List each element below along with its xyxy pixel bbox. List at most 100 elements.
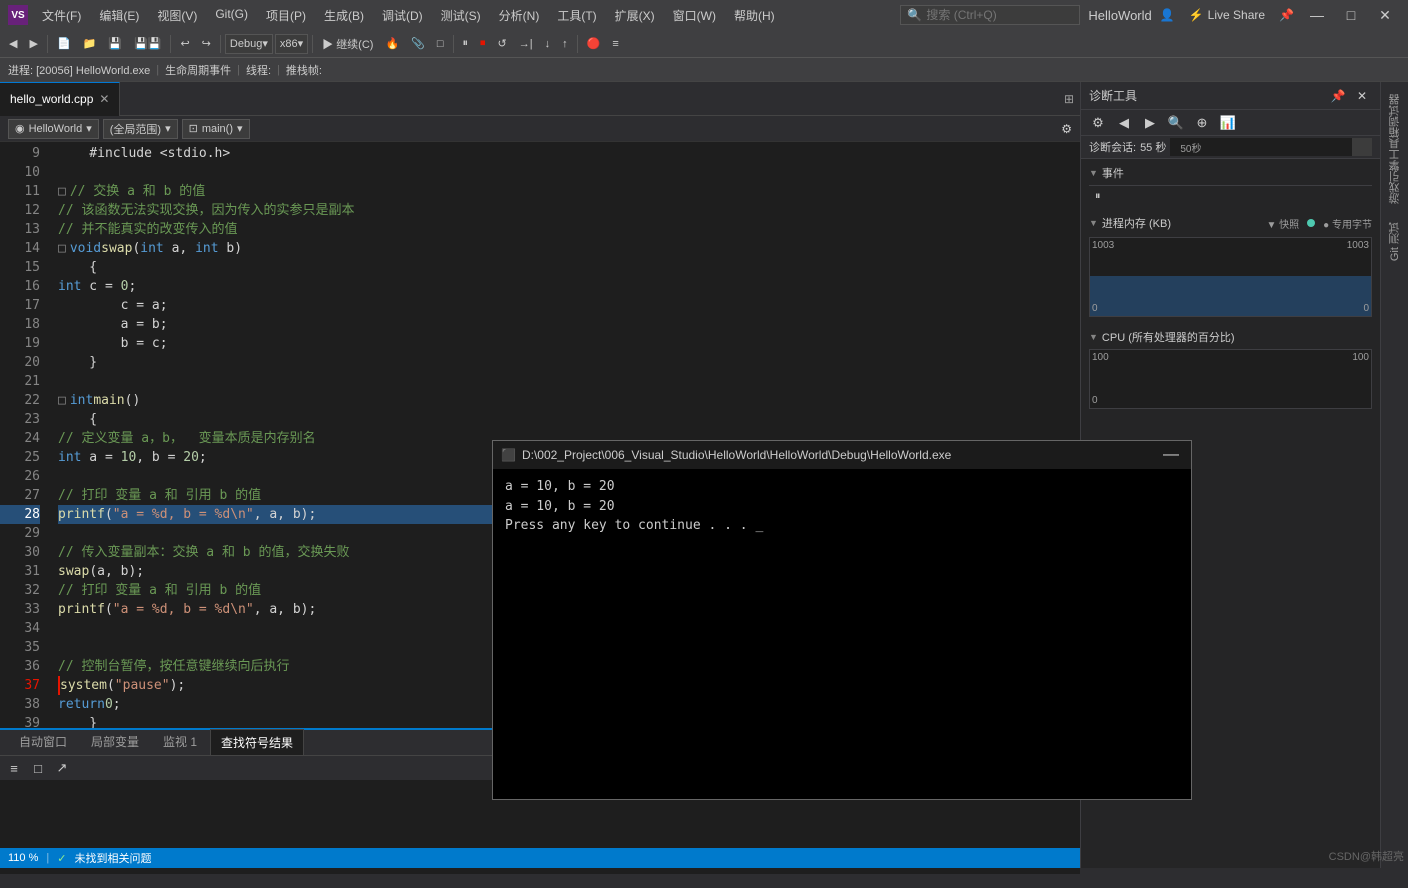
fire-btn[interactable]: 🔥 <box>380 34 404 53</box>
lifecycle-label: 生命周期事件 <box>165 62 231 78</box>
tab-close-btn[interactable]: ✕ <box>99 92 109 106</box>
scope-dropdown[interactable]: (全局范围) ▾ <box>103 119 178 139</box>
menu-view[interactable]: 视图(V) <box>149 3 205 28</box>
toolbar-save[interactable]: 💾 <box>103 34 127 53</box>
menu-file[interactable]: 文件(F) <box>34 3 89 28</box>
class-scope-dropdown[interactable]: ◉ HelloWorld ▾ <box>8 119 99 139</box>
step-into[interactable]: ↓ <box>540 35 556 53</box>
diag-close-btn[interactable]: ✕ <box>1352 86 1372 106</box>
console-line-1: a = 10, b = 20 <box>505 477 1179 497</box>
diag-forward-btn[interactable]: ▶ <box>1139 112 1161 134</box>
search-icon: 🔍 <box>907 8 922 22</box>
pause-button[interactable]: ⏸ <box>1089 188 1372 205</box>
maximize-button[interactable]: □ <box>1336 5 1366 25</box>
user-avatar[interactable]: 👤 <box>1160 8 1175 22</box>
platform-dropdown[interactable]: x86 ▾ <box>275 34 308 54</box>
search-input[interactable] <box>926 8 1066 22</box>
toolbar-save-all[interactable]: 💾💾 <box>129 34 166 53</box>
menu-extensions[interactable]: 扩展(X) <box>607 3 663 28</box>
continue-btn[interactable]: ▶ 继续(C) <box>317 33 378 55</box>
cpu-header[interactable]: ▼ CPU (所有处理器的百分比) <box>1089 329 1372 345</box>
console-body: a = 10, b = 20 a = 10, b = 20 Press any … <box>493 469 1191 544</box>
toolbar-new[interactable]: 📄 <box>52 34 76 53</box>
events-header[interactable]: ▼ 事件 <box>1089 163 1372 183</box>
menu-analyze[interactable]: 分析(N) <box>491 3 548 28</box>
toolbar-redo[interactable]: ↪ <box>197 34 216 53</box>
toolbar-back[interactable]: ◀ <box>4 34 22 53</box>
diag-zoom-in-btn[interactable]: ⊕ <box>1191 112 1213 134</box>
zoom-level: 110 % <box>8 852 38 864</box>
issues-label: 未找到相关问题 <box>74 850 151 866</box>
menu-bar: 文件(F) 编辑(E) 视图(V) Git(G) 项目(P) 生成(B) 调试(… <box>34 3 783 28</box>
menu-test[interactable]: 测试(S) <box>433 3 489 28</box>
menu-git[interactable]: Git(G) <box>207 3 256 28</box>
memory-section: ▼ 进程内存 (KB) ▼ 快照 ● 专用字节 1003 0 1003 0 <box>1081 209 1380 325</box>
bottom-btn-2[interactable]: □ <box>28 758 48 778</box>
close-button[interactable]: ✕ <box>1370 5 1400 25</box>
toolbar-undo[interactable]: ↩ <box>175 34 194 53</box>
timeline[interactable]: 50秒 1: <box>1170 138 1372 156</box>
tab-auto-window[interactable]: 自动窗口 <box>8 728 78 755</box>
restart-btn[interactable]: ↺ <box>493 34 512 53</box>
window-btn[interactable]: □ <box>432 35 449 53</box>
diagnostic-header: 诊断工具 📌 ✕ <box>1081 82 1380 110</box>
tab-find-symbol[interactable]: 查找符号结果 <box>210 729 304 755</box>
console-line-2: a = 10, b = 20 <box>505 497 1179 517</box>
debug-mode-dropdown[interactable]: Debug ▾ <box>225 34 273 54</box>
tab-locals[interactable]: 局部变量 <box>80 728 150 755</box>
diag-search-btn[interactable]: 🔍 <box>1165 112 1187 134</box>
memory-legend: ▼ 快照 ● 专用字节 <box>1266 216 1372 231</box>
toolbar: ◀ ▶ 📄 📁 💾 💾💾 ↩ ↪ Debug ▾ x86 ▾ ▶ 继续(C) 🔥… <box>0 30 1408 58</box>
menu-help[interactable]: 帮助(H) <box>726 3 783 28</box>
title-bar: VS 文件(F) 编辑(E) 视图(V) Git(G) 项目(P) 生成(B) … <box>0 0 1408 30</box>
pause-btn[interactable]: ⏸ <box>458 34 474 53</box>
code-line-23: { <box>58 410 1070 429</box>
code-line-15: { <box>58 258 1070 277</box>
sidebar-engine-tools[interactable]: 游戏引擎工具箱调试器 <box>1383 86 1407 212</box>
diag-back-btn[interactable]: ◀ <box>1113 112 1135 134</box>
events-label: 事件 <box>1102 165 1124 181</box>
menu-build[interactable]: 生成(B) <box>316 3 372 28</box>
menu-debug[interactable]: 调试(D) <box>374 3 431 28</box>
function-dropdown[interactable]: ⊡ main() ▾ <box>182 119 250 139</box>
private-dot <box>1307 219 1315 227</box>
stop-btn[interactable]: ⏹ <box>475 34 491 53</box>
step-out[interactable]: ↑ <box>557 35 573 53</box>
bottom-btn-1[interactable]: ≡ <box>4 758 24 778</box>
toolbar-forward[interactable]: ▶ <box>24 34 42 53</box>
editor-expand-btn[interactable]: ⊞ <box>1058 92 1080 106</box>
live-share-button[interactable]: ⚡ Live Share <box>1183 6 1271 24</box>
search-box[interactable]: 🔍 <box>900 5 1080 25</box>
tab-watch[interactable]: 监视 1 <box>152 728 208 755</box>
memory-header[interactable]: ▼ 进程内存 (KB) ▼ 快照 ● 专用字节 <box>1089 213 1372 233</box>
memory-min-left: 0 <box>1092 303 1098 314</box>
menu-project[interactable]: 项目(P) <box>258 3 314 28</box>
breakpoints-btn[interactable]: 🔴 <box>582 34 606 53</box>
editor-tab-hello-world[interactable]: hello_world.cpp ✕ <box>0 82 120 116</box>
menu-edit[interactable]: 编辑(E) <box>91 3 147 28</box>
diag-chart-btn[interactable]: 📊 <box>1217 112 1239 134</box>
sidebar-git-test[interactable]: Git 测试 <box>1383 214 1407 269</box>
diag-settings-btn[interactable]: ⚙ <box>1087 112 1109 134</box>
class-icon: ◉ <box>15 122 25 135</box>
bottom-btn-3[interactable]: ↗ <box>52 758 72 778</box>
step-over[interactable]: →| <box>514 35 538 53</box>
diag-pin-btn[interactable]: 📌 <box>1328 86 1348 106</box>
toolbar-sep-3 <box>220 35 221 53</box>
console-close-btn[interactable]: — <box>1159 446 1183 464</box>
debug-toolbar-more[interactable]: ≡ <box>607 35 623 53</box>
menu-window[interactable]: 窗口(W) <box>665 3 724 28</box>
pin-icon[interactable]: 📌 <box>1279 8 1294 22</box>
minimize-button[interactable]: — <box>1302 5 1332 25</box>
menu-tools[interactable]: 工具(T) <box>549 3 604 28</box>
vs-logo: VS <box>8 5 28 25</box>
editor-settings-btn[interactable]: ⚙ <box>1061 122 1072 136</box>
toolbar-open[interactable]: 📁 <box>78 34 102 53</box>
toolbar-sep-4 <box>312 35 313 53</box>
code-line-17: c = a; <box>58 296 1070 315</box>
live-share-icon: ⚡ <box>1189 8 1204 22</box>
memory-max-right: 1003 <box>1347 240 1369 251</box>
cpu-section: ▼ CPU (所有处理器的百分比) 100 0 100 <box>1081 325 1380 417</box>
attach-btn[interactable]: 📎 <box>406 34 430 53</box>
private-label: ● 专用字节 <box>1323 216 1372 231</box>
